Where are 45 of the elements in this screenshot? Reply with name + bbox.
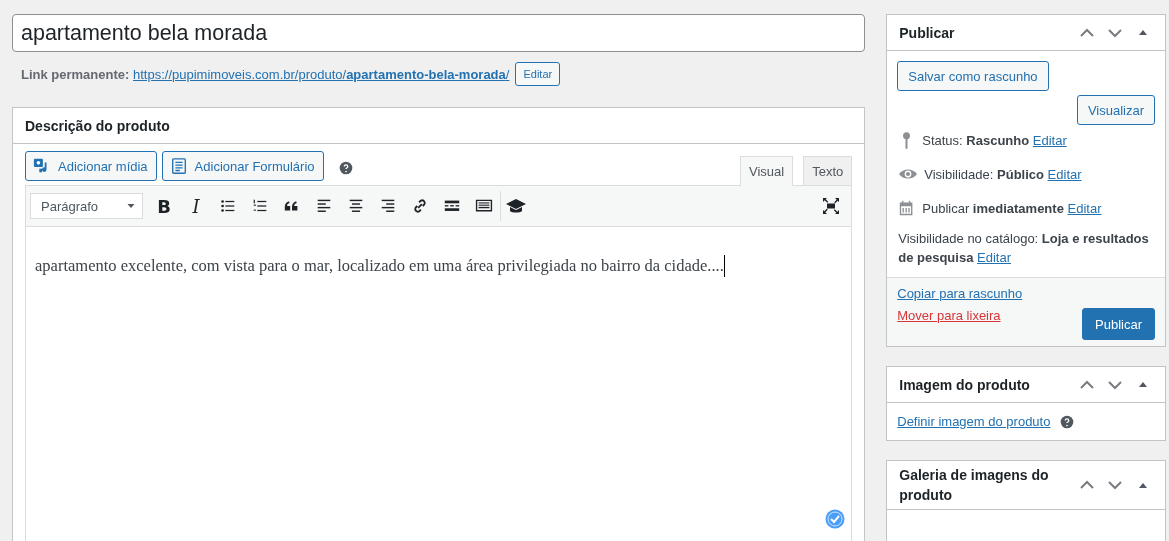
box-title: Descrição do produto <box>25 116 171 136</box>
trash-link[interactable]: Mover para lixeira <box>897 308 1023 323</box>
box-title: Imagem do produto <box>899 375 1031 395</box>
publish-button[interactable]: Publicar <box>1082 308 1155 340</box>
publish-meta-text: Visibilidade: Público Editar <box>924 166 1082 182</box>
publish-meta-text: Publicar imediatamente Editar <box>922 200 1102 216</box>
add-media-button[interactable]: Adicionar mídia <box>25 151 157 181</box>
fullscreen-icon <box>821 196 842 216</box>
box-title: Publicar <box>899 23 956 43</box>
pin-icon <box>903 131 911 149</box>
permalink-link[interactable]: https://pupimimoveis.com.br/produto/apartamento-bela-morada/ <box>133 66 510 82</box>
collapse-icon <box>1139 482 1147 488</box>
format-select[interactable]: Parágrafo <box>30 193 143 219</box>
edit-link[interactable]: Editar <box>1067 200 1102 216</box>
description-text: apartamento excelente, com vista para o mar, localizado em uma área privilegiada no bairro da cidade.... <box>35 255 725 277</box>
add-form-button[interactable]: Adicionar Formulário <box>161 151 324 181</box>
align-right-icon <box>379 197 397 215</box>
publish-meta-text: Visibilidade no catálogo: Loja e resultados de pesquisa Editar <box>898 230 1150 267</box>
preview-button[interactable]: Visualizar <box>1076 95 1155 125</box>
check-icon <box>825 509 846 529</box>
copy-draft-link[interactable]: Copiar para rascunho <box>897 286 1023 301</box>
publish-meta-text: Status: Rascunho Editar <box>922 132 1067 148</box>
align-center-icon <box>347 197 365 215</box>
bold-button[interactable]: B <box>148 191 180 221</box>
editor-content[interactable]: apartamento excelente, com vista para o mar, localizado em uma área privilegiada no bairro da cidade.... <box>25 227 853 541</box>
permalink-text: Link permanente: https://pupimimoveis.com.br/produto/apartamento-bela-morada/ <box>21 66 510 82</box>
edit-link[interactable]: Editar <box>977 250 1011 265</box>
link-icon <box>411 197 429 215</box>
editor-tab[interactable]: Texto <box>803 156 853 185</box>
title-field[interactable]: apartamento bela morada <box>12 14 866 52</box>
form-icon <box>169 157 188 175</box>
collapse-icon <box>1139 382 1147 387</box>
edit-link[interactable]: Editar <box>1032 132 1067 148</box>
set-image-link[interactable]: Definir imagem do produto <box>897 414 1051 429</box>
collapse-icon <box>1139 30 1147 35</box>
italic-button[interactable]: I <box>180 191 212 221</box>
help-icon <box>338 161 353 175</box>
align-left-icon <box>315 197 333 215</box>
save-draft-button[interactable]: Salvar como rascunho <box>897 61 1049 91</box>
bullet-list-icon <box>219 197 237 215</box>
edit-permalink-button[interactable]: Editar <box>515 62 561 86</box>
help-icon <box>1060 414 1075 429</box>
box-title: Galeria de imagens do produto <box>899 466 1050 505</box>
editor-tab[interactable]: Visual <box>740 156 794 186</box>
edit-link[interactable]: Editar <box>1047 166 1082 182</box>
